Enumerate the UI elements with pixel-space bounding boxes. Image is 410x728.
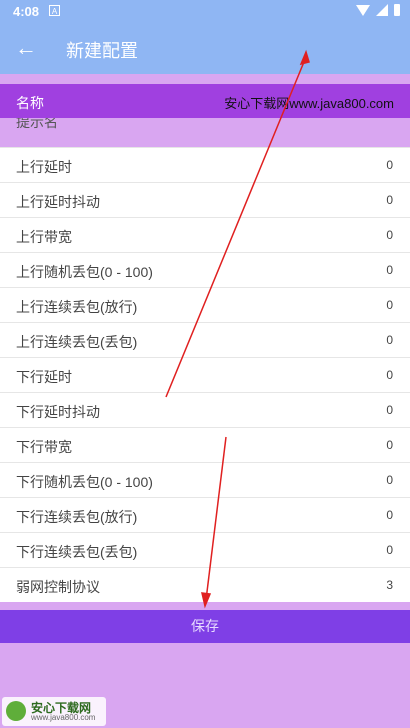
- arrow-line-up: [165, 56, 307, 398]
- annotation-arrows: [165, 49, 310, 609]
- arrow-head-down: [201, 592, 212, 609]
- arrow-head-up: [299, 49, 310, 66]
- arrow-line-down: [205, 436, 227, 601]
